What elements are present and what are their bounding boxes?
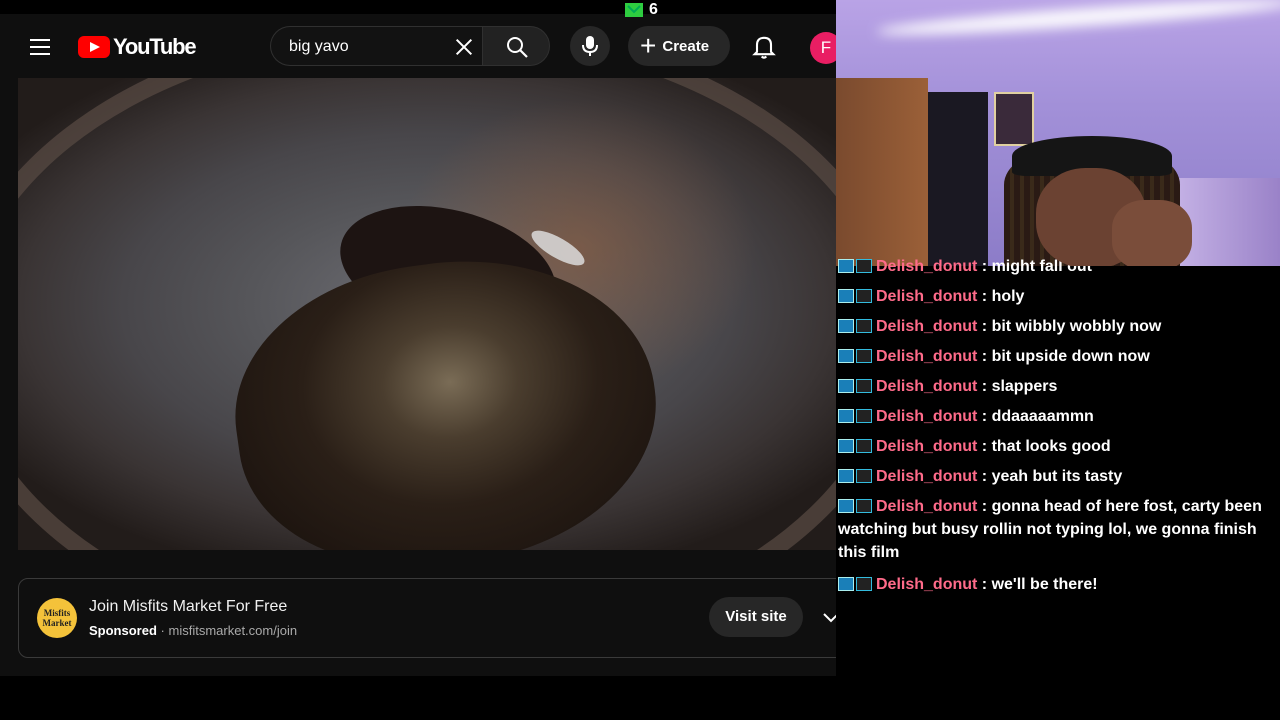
chat-text: ddaaaaammn [991, 408, 1094, 425]
video-player[interactable] [18, 78, 836, 550]
chat-message: Delish_donut : gonna head of here fost, … [838, 495, 1274, 564]
chat-separator: : [977, 576, 992, 593]
chat-text: slappers [991, 378, 1058, 395]
chat-separator: : [977, 318, 992, 335]
webcam-closet [928, 92, 988, 266]
chat-message: Delish_donut : bit upside down now [838, 345, 1274, 368]
youtube-play-icon [78, 36, 110, 58]
chat-text: yeah but its tasty [991, 468, 1123, 485]
ad-meta-separator: · [160, 623, 165, 638]
chat-badges-icon [838, 408, 872, 424]
chat-badges-icon [838, 438, 872, 454]
chat-badges-icon [838, 258, 872, 274]
create-button[interactable]: + Create [628, 26, 730, 66]
chat-username: Delish_donut [876, 348, 978, 365]
webcam-poster [994, 92, 1034, 146]
chat-separator: : [977, 348, 992, 365]
chat-badges-icon [838, 288, 872, 304]
search-button[interactable] [482, 26, 550, 66]
stream-notification: 6 [625, 1, 658, 18]
notification-count: 6 [649, 1, 658, 18]
ad-url[interactable]: misfitsmarket.com/join [169, 623, 298, 638]
clear-search-icon[interactable] [453, 36, 475, 58]
chat-username: Delish_donut [876, 318, 978, 335]
voice-search-button[interactable] [570, 26, 610, 66]
chat-badges-icon [838, 348, 872, 364]
youtube-window: YouTube + Create [0, 14, 836, 676]
chat-message: Delish_donut : ddaaaaammn [838, 405, 1274, 428]
notifications-bell-icon[interactable] [750, 32, 778, 60]
chat-username: Delish_donut [876, 408, 978, 425]
chat-badges-icon [838, 498, 872, 514]
chat-text: bit upside down now [991, 348, 1150, 365]
microphone-icon [582, 36, 598, 56]
ad-title[interactable]: Join Misfits Market For Free [89, 598, 287, 616]
advertiser-logo-line1: Misfits [43, 608, 71, 618]
chat-separator: : [977, 378, 992, 395]
search-input[interactable] [287, 27, 451, 67]
chat-message: Delish_donut : that looks good [838, 435, 1274, 458]
sponsored-label: Sponsored [89, 623, 157, 638]
sponsored-ad-card: Misfits Market Join Misfits Market For F… [18, 578, 836, 658]
chat-separator: : [977, 438, 992, 455]
chat-username: Delish_donut [876, 378, 978, 395]
follow-alert-icon [625, 3, 643, 17]
chat-username: Delish_donut [876, 468, 978, 485]
chat-message: Delish_donut : holy [838, 285, 1274, 308]
search-icon [507, 37, 528, 58]
chat-separator: : [977, 498, 992, 515]
webcam-overlay [836, 0, 1280, 266]
chat-username: Delish_donut [876, 498, 978, 515]
youtube-header: YouTube + Create [0, 14, 836, 78]
chat-separator: : [977, 258, 992, 275]
chat-separator: : [977, 408, 992, 425]
chat-text: holy [991, 288, 1025, 305]
chat-badges-icon [838, 378, 872, 394]
hamburger-menu-icon[interactable] [24, 32, 56, 62]
chat-separator: : [977, 468, 992, 485]
chat-text: that looks good [991, 438, 1111, 455]
chat-username: Delish_donut [876, 438, 978, 455]
chat-text: we'll be there! [991, 576, 1098, 593]
chat-message: Delish_donut : might fall out [838, 258, 1274, 278]
webcam-ceiling-light [875, 0, 1280, 41]
youtube-logo-text: YouTube [113, 34, 197, 59]
visit-site-button[interactable]: Visit site [709, 597, 803, 637]
stream-chat: Delish_donut : might fall out Delish_don… [836, 258, 1280, 618]
chat-text: bit wibbly wobbly now [991, 318, 1162, 335]
webcam-streamer-hand [1112, 200, 1192, 266]
chat-username: Delish_donut [876, 576, 978, 593]
chevron-down-icon[interactable] [819, 605, 836, 629]
chat-message: Delish_donut : we'll be there! [838, 573, 1274, 596]
advertiser-logo: Misfits Market [37, 598, 77, 638]
chat-username: Delish_donut [876, 258, 978, 275]
account-avatar[interactable]: F [810, 32, 836, 64]
youtube-logo[interactable]: YouTube [78, 34, 197, 60]
search-box [270, 26, 482, 67]
chat-separator: : [977, 288, 992, 305]
chat-badges-icon [838, 576, 872, 592]
chat-badges-icon [838, 468, 872, 484]
chat-badges-icon [838, 318, 872, 334]
ad-meta: Sponsored · misfitsmarket.com/join [89, 623, 297, 638]
advertiser-logo-line2: Market [42, 618, 72, 628]
webcam-door [836, 78, 928, 266]
chat-username: Delish_donut [876, 288, 978, 305]
chat-message: Delish_donut : slappers [838, 375, 1274, 398]
create-label: Create [662, 37, 710, 55]
chat-message: Delish_donut : yeah but its tasty [838, 465, 1274, 488]
chat-message: Delish_donut : bit wibbly wobbly now [838, 315, 1274, 338]
plus-icon: + [640, 30, 657, 61]
